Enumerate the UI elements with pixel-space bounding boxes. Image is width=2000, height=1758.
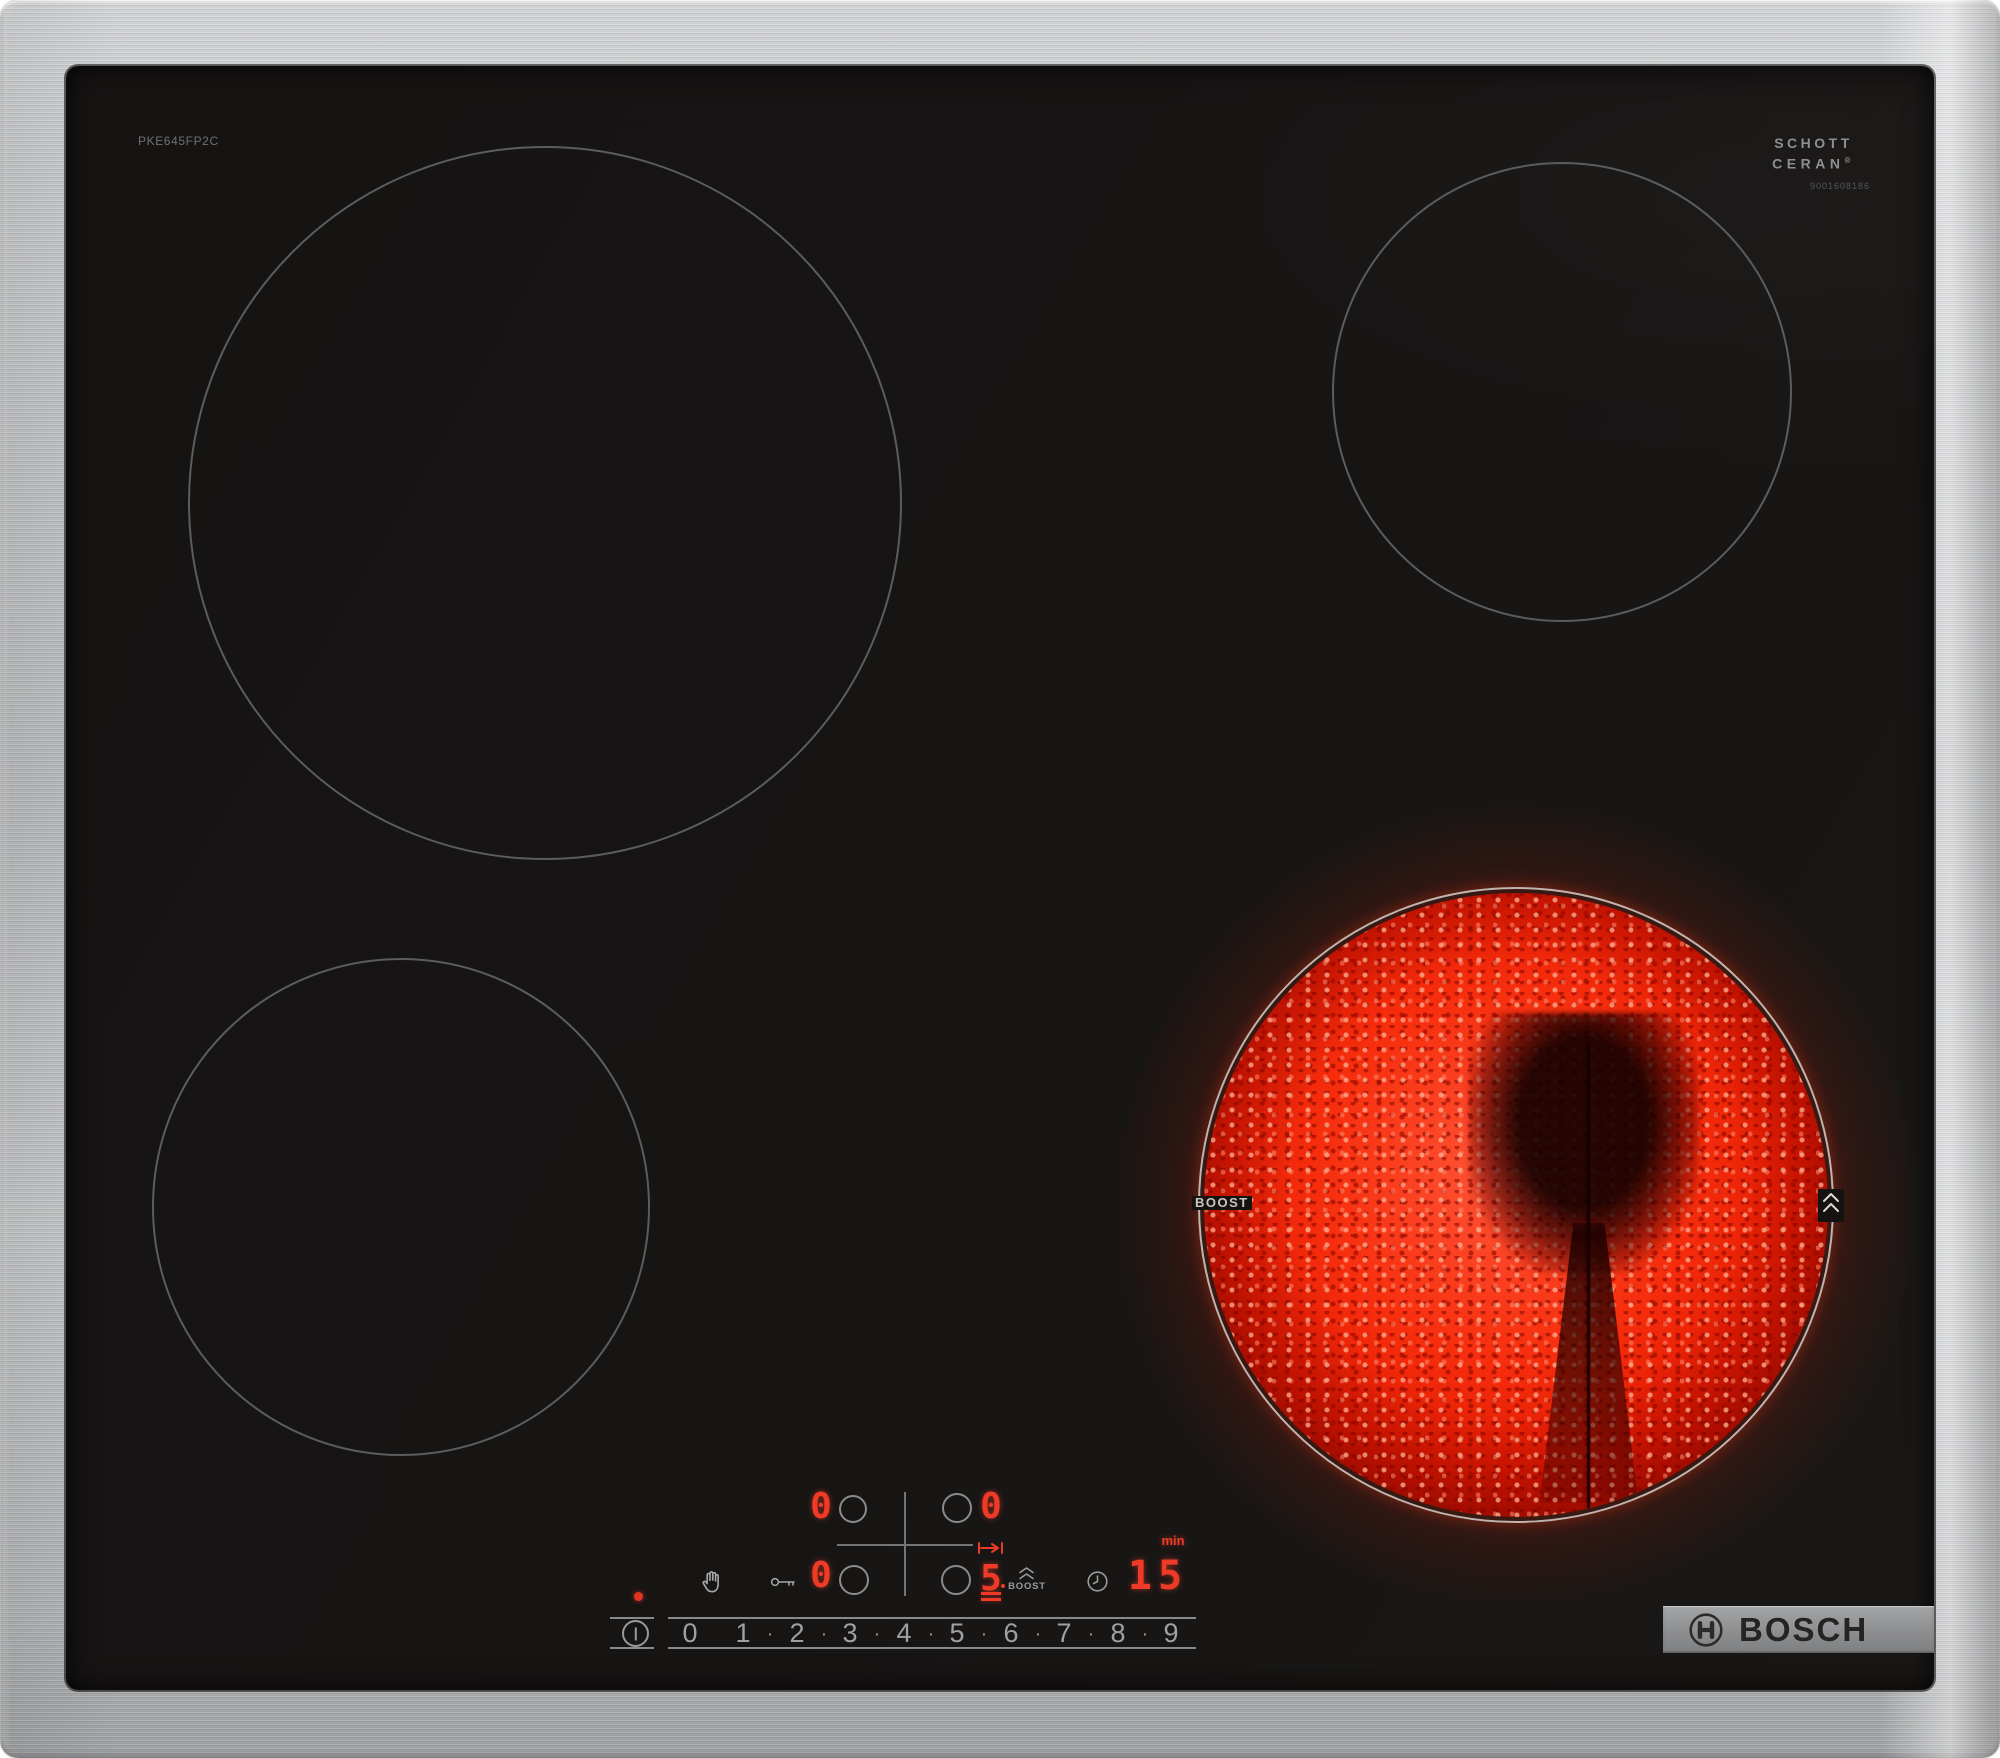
zone-key-back-right[interactable] — [942, 1493, 972, 1523]
boost-key-label[interactable]: BOOST — [1006, 1581, 1048, 1592]
burner-back-right — [1332, 162, 1792, 622]
slider-level-3[interactable]: 3 — [835, 1619, 865, 1647]
burner-front-right-ring — [1198, 887, 1834, 1523]
model-number-print: PKE645FP2C — [138, 134, 219, 148]
bosch-wordmark: BOSCH — [1739, 1613, 1868, 1646]
ceran-line: CERAN® — [1766, 152, 1861, 173]
schott-ceran-logo: SCHOTT CERAN® — [1766, 135, 1861, 173]
display-back-left: 0 — [806, 1489, 836, 1525]
heater-boost-label: BOOST — [1192, 1196, 1252, 1210]
slider-level-7[interactable]: 7 — [1049, 1619, 1079, 1647]
timer-display: 15 — [1126, 1556, 1190, 1596]
slider-level-9[interactable]: 9 — [1156, 1619, 1186, 1647]
slider-level-0[interactable]: 0 — [675, 1619, 705, 1647]
display-back-right: 0 — [976, 1489, 1006, 1525]
hand-pause-icon[interactable] — [699, 1568, 727, 1601]
heater-boost-chevron-icon — [1818, 1189, 1844, 1222]
slider-sep: · — [1140, 1621, 1150, 1647]
display-front-left: 0 — [806, 1558, 836, 1594]
display-decimal-dot — [1001, 1584, 1005, 1588]
heat-level-underline — [981, 1592, 1001, 1595]
heat-level-underline2 — [981, 1598, 1001, 1601]
slider-bracket-bottom — [610, 1647, 654, 1649]
cooktop: PKE645FP2C SCHOTT CERAN® 9001608186 BOOS… — [0, 0, 2000, 1758]
serial-number-print: 9001608186 — [1810, 181, 1870, 191]
slider-sep: · — [926, 1621, 936, 1647]
power-icon[interactable] — [622, 1620, 649, 1647]
slider-bracket-top — [610, 1617, 654, 1619]
slider-sep: · — [1086, 1621, 1096, 1647]
slider-level-5[interactable]: 5 — [942, 1619, 972, 1647]
slider-level-6[interactable]: 6 — [996, 1619, 1026, 1647]
slider-level-2[interactable]: 2 — [782, 1619, 812, 1647]
key-lock-icon[interactable] — [770, 1574, 798, 1595]
zone-key-front-left[interactable] — [839, 1565, 869, 1595]
slider-level-4[interactable]: 4 — [889, 1619, 919, 1647]
power-indicator-dot — [634, 1592, 643, 1601]
slider-level-1[interactable]: 1 — [728, 1619, 758, 1647]
zone-key-back-left[interactable] — [839, 1495, 867, 1523]
slider-sep: · — [1033, 1621, 1043, 1647]
slider-sep: · — [872, 1621, 882, 1647]
slider-sep: · — [765, 1621, 775, 1647]
timer-unit-label: min — [1156, 1534, 1190, 1547]
schott-line: SCHOTT — [1766, 135, 1861, 152]
timer-clock-icon[interactable] — [1086, 1570, 1109, 1598]
burner-front-left — [152, 958, 650, 1456]
bosch-logo-icon — [1687, 1611, 1725, 1649]
slider-sep: · — [979, 1621, 989, 1647]
slider-sep: · — [819, 1621, 829, 1647]
registered-mark: ® — [1844, 156, 1854, 165]
zone-cross-horizontal — [837, 1544, 973, 1546]
burner-back-left — [188, 146, 902, 860]
bosch-badge: BOSCH — [1663, 1606, 1934, 1653]
zone-key-front-right[interactable] — [941, 1565, 971, 1595]
slider-level-8[interactable]: 8 — [1103, 1619, 1133, 1647]
